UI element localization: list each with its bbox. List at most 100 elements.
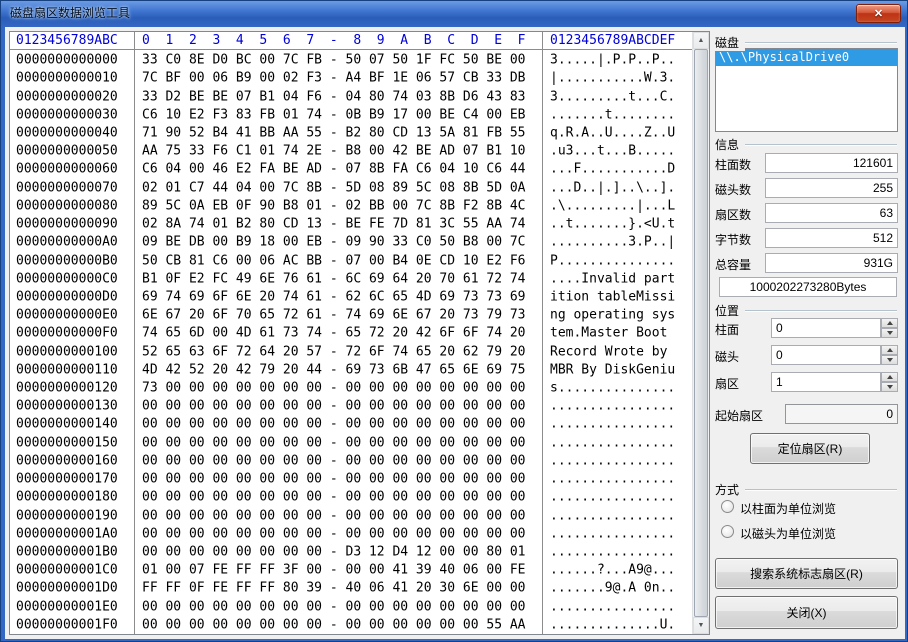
cylinders-row: 柱面数 121601 <box>715 153 898 173</box>
scroll-down-button[interactable]: ▼ <box>693 617 709 634</box>
hex-row[interactable]: 00000000000A009 BE DB 00 B9 18 00 EB - 0… <box>10 233 692 251</box>
hex-row[interactable]: 000000000000033 C0 8E D0 BC 00 7C FB - 5… <box>10 51 692 69</box>
hex-row[interactable]: 00000000000107C BF 00 06 B9 00 02 F3 - A… <box>10 69 692 87</box>
row-ascii: ................ <box>550 490 675 505</box>
row-hex-bytes: 71 90 52 B4 41 BB AA 55 - B2 80 CD 13 5A… <box>142 125 526 140</box>
hex-scrollbar[interactable]: ▲ ▼ <box>692 32 709 634</box>
radio-button-icon[interactable] <box>721 500 734 513</box>
row-ascii: ................ <box>550 545 675 560</box>
hex-row[interactable]: 0000000000190 00 00 00 00 00 00 00 00 - 0… <box>10 506 692 524</box>
cylinder-input[interactable]: 0 <box>771 318 881 338</box>
row-offset: 0000000000180 <box>16 490 118 505</box>
locate-sector-button[interactable]: 定位扇区(R) <box>750 433 870 464</box>
hex-row[interactable]: 0000000000050AA 75 33 F6 C1 01 74 2E - B… <box>10 142 692 160</box>
row-ascii: ......?...A9@... <box>550 563 675 578</box>
hex-row[interactable]: 00000000001E000 00 00 00 00 00 00 00 - 0… <box>10 598 692 616</box>
hex-row[interactable]: 0000000000040 71 90 52 B4 41 BB AA 55 - B… <box>10 124 692 142</box>
row-ascii: ..........3.P..| <box>550 235 675 250</box>
hex-row[interactable]: 0000000000060C6 04 00 46 E2 FA BE AD - 0… <box>10 160 692 178</box>
capacity-row: 总容量 931G <box>715 253 898 273</box>
hex-row[interactable]: 00000000001B000 00 00 00 00 00 00 00 - D… <box>10 543 692 561</box>
row-ascii: ....Invalid part <box>550 271 675 286</box>
row-offset: 0000000000040 <box>16 125 118 140</box>
hex-row[interactable]: 00000000001D0FF FF 0F FE FF FF 80 39 - 4… <box>10 579 692 597</box>
hex-row[interactable]: 000000000002033 D2 BE BE 07 B1 04 F6 - 0… <box>10 87 692 105</box>
row-hex-bytes: C6 10 E2 F3 83 FB 01 74 - 0B B9 17 00 BE… <box>142 107 526 122</box>
cylinder-spinner <box>881 318 898 338</box>
head-input[interactable]: 0 <box>771 345 881 365</box>
spin-up-button[interactable] <box>881 318 898 328</box>
hex-row[interactable]: 000000000015000 00 00 00 00 00 00 00 - 0… <box>10 434 692 452</box>
radio-button-icon[interactable] <box>721 525 734 538</box>
hex-rows[interactable]: 000000000000033 C0 8E D0 BC 00 7C FB - 5… <box>10 51 692 634</box>
hex-row[interactable]: 000000000010052 65 63 6F 72 64 20 57 - 7… <box>10 343 692 361</box>
sector-input[interactable]: 1 <box>771 372 881 392</box>
spin-down-button[interactable] <box>881 355 898 365</box>
sector-field-label: 扇区 <box>715 375 739 392</box>
titlebar[interactable]: 磁盘扇区数据浏览工具 ✕ <box>1 1 907 27</box>
row-offset: 0000000000170 <box>16 472 118 487</box>
hex-row[interactable]: 00000000000E06E 67 20 6F 70 65 72 61 - 7… <box>10 306 692 324</box>
row-offset: 00000000000E0 <box>16 308 118 323</box>
row-offset: 0000000000140 <box>16 417 118 432</box>
client-area: 0123456789ABC 0 1 2 3 4 5 6 7 - 8 9 A B … <box>5 27 905 639</box>
row-ascii: ................ <box>550 417 675 432</box>
row-hex-bytes: AA 75 33 F6 C1 01 74 2E - B8 00 42 BE AD… <box>142 144 526 159</box>
app-window: 磁盘扇区数据浏览工具 ✕ 0123456789ABC 0 1 2 3 4 5 6… <box>0 0 908 642</box>
row-ascii: .......9@.A 0n.. <box>550 581 675 596</box>
close-icon: ✕ <box>874 7 883 20</box>
hex-row[interactable]: 000000000008089 5C 0A EB 0F 90 B8 01 - 0… <box>10 197 692 215</box>
disk-list-item[interactable]: \\.\PhysicalDrive0 <box>716 49 897 66</box>
hex-row[interactable]: 00000000000D0 69 74 69 6F 6E 20 74 61 - 6… <box>10 288 692 306</box>
disk-group-label: 磁盘 <box>715 34 745 51</box>
row-offset: 0000000000090 <box>16 217 118 232</box>
row-ascii: ...D..|.]..\..]. <box>550 180 675 195</box>
spin-down-button[interactable] <box>881 328 898 338</box>
hex-row[interactable]: 000000000012073 00 00 00 00 00 00 00 - 0… <box>10 379 692 397</box>
row-ascii: ................ <box>550 399 675 414</box>
hex-row[interactable]: 00000000000F074 65 6D 00 4D 61 73 74 - 6… <box>10 324 692 342</box>
scroll-up-button[interactable]: ▲ <box>693 32 709 49</box>
hex-row[interactable]: 00000000001C0 01 00 07 FE FF FF 3F 00 - 0… <box>10 561 692 579</box>
row-hex-bytes: 69 74 69 6F 6E 20 74 61 - 62 6C 65 4D 69… <box>142 289 526 304</box>
hex-row[interactable]: 00000000001104D 42 52 20 42 79 20 44 - 6… <box>10 361 692 379</box>
browse-by-cylinder-option[interactable]: 以柱面为单位浏览 <box>721 499 898 515</box>
disk-list[interactable]: \\.\PhysicalDrive0 <box>715 48 898 132</box>
row-hex-bytes: C6 04 00 46 E2 FA BE AD - 07 8B FA C6 04… <box>142 162 526 177</box>
row-ascii: MBR By DiskGeniu <box>550 362 675 377</box>
bytes-label: 字节数 <box>715 231 751 248</box>
scrollbar-track[interactable] <box>693 49 709 617</box>
row-offset: 00000000000D0 <box>16 289 118 304</box>
row-ascii: Record Wrote by <box>550 344 675 359</box>
hex-row[interactable]: 000000000014000 00 00 00 00 00 00 00 - 0… <box>10 415 692 433</box>
hex-content[interactable]: 0123456789ABC 0 1 2 3 4 5 6 7 - 8 9 A B … <box>10 32 692 634</box>
hex-row[interactable]: 00000000001A000 00 00 00 00 00 00 00 - 0… <box>10 525 692 543</box>
hex-row[interactable]: 000000000009002 8A 74 01 B2 80 CD 13 - B… <box>10 215 692 233</box>
row-hex-bytes: 00 00 00 00 00 00 00 00 - 00 00 00 00 00… <box>142 508 526 523</box>
hex-row[interactable]: 000000000017000 00 00 00 00 00 00 00 - 0… <box>10 470 692 488</box>
spin-up-button[interactable] <box>881 345 898 355</box>
spin-up-button[interactable] <box>881 372 898 382</box>
row-offset: 00000000001C0 <box>16 563 118 578</box>
row-hex-bytes: 74 65 6D 00 4D 61 73 74 - 65 72 20 42 6F… <box>142 326 526 341</box>
hex-row[interactable]: 00000000001F000 00 00 00 00 00 00 00 - 0… <box>10 616 692 634</box>
close-dialog-button[interactable]: 关闭(X) <box>715 596 898 629</box>
close-button[interactable]: ✕ <box>856 4 901 23</box>
mode-group-label: 方式 <box>715 481 745 498</box>
spin-down-button[interactable] <box>881 382 898 392</box>
hex-row[interactable]: 00000000000C0B1 0F E2 FC 49 6E 76 61 - 6… <box>10 270 692 288</box>
hex-row[interactable]: 000000000013000 00 00 00 00 00 00 00 - 0… <box>10 397 692 415</box>
hex-row[interactable]: 00000000000B050 CB 81 C6 00 06 AC BB - 0… <box>10 251 692 269</box>
scrollbar-thumb[interactable] <box>694 49 708 617</box>
row-offset: 0000000000190 <box>16 508 118 523</box>
hex-row[interactable]: 000000000007002 01 C7 44 04 00 7C 8B - 5… <box>10 179 692 197</box>
row-hex-bytes: 01 00 07 FE FF FF 3F 00 - 00 00 41 39 40… <box>142 563 526 578</box>
row-hex-bytes: 33 C0 8E D0 BC 00 7C FB - 50 07 50 1F FC… <box>142 53 526 68</box>
hex-row[interactable]: 0000000000030C6 10 E2 F3 83 FB 01 74 - 0… <box>10 106 692 124</box>
row-ascii: .\.........|...L <box>550 198 675 213</box>
hex-row[interactable]: 000000000016000 00 00 00 00 00 00 00 - 0… <box>10 452 692 470</box>
browse-by-head-option[interactable]: 以磁头为单位浏览 <box>721 524 898 540</box>
row-hex-bytes: B1 0F E2 FC 49 6E 76 61 - 6C 69 64 20 70… <box>142 271 526 286</box>
search-system-flag-sector-button[interactable]: 搜索系统标志扇区(R) <box>715 558 898 589</box>
hex-row[interactable]: 000000000018000 00 00 00 00 00 00 00 - 0… <box>10 488 692 506</box>
